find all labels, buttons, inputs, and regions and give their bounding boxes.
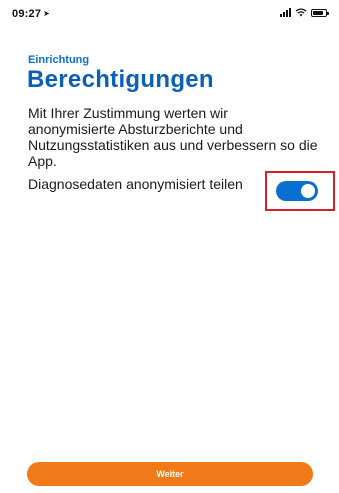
permissions-screen: 09:27 ➤ Einrichtung Berechtigungen Mit Ih… [0, 0, 339, 493]
battery-level [313, 10, 323, 15]
status-icons [280, 8, 329, 17]
page-title: Berechtigungen [27, 66, 214, 93]
location-arrow-icon: ➤ [43, 9, 51, 18]
permission-description: Mit Ihrer Zustimmung werten wir anonymis… [28, 105, 318, 169]
status-time-text: 09:27 [12, 8, 42, 20]
status-bar: 09:27 ➤ [0, 0, 339, 28]
battery-icon [311, 8, 329, 17]
continue-button[interactable]: Weiter [27, 462, 313, 486]
status-time: 09:27 ➤ [12, 8, 50, 20]
wifi-icon [295, 8, 307, 17]
diagnostics-toggle[interactable] [276, 181, 318, 201]
toggle-knob [301, 184, 315, 198]
cellular-signal-icon [280, 8, 291, 17]
diagnostics-setting-label: Diagnosedaten anonymisiert teilen [28, 176, 243, 192]
section-label: Einrichtung [28, 54, 90, 66]
